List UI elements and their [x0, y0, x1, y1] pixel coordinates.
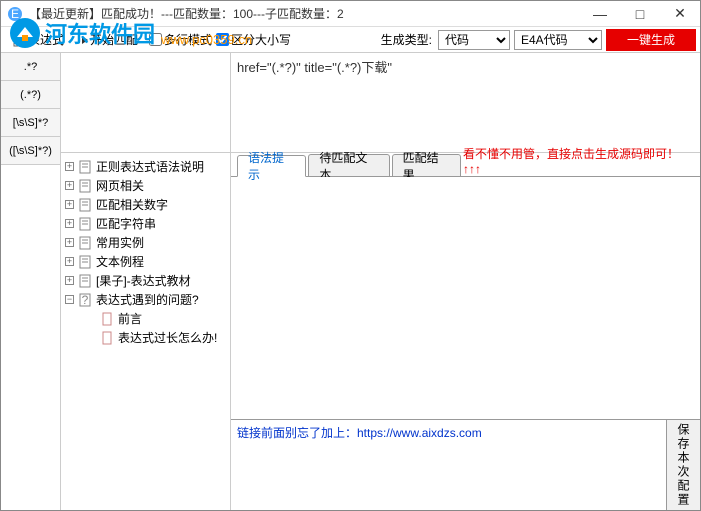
- doc-icon: [78, 255, 92, 269]
- case-sensitive-input[interactable]: [216, 33, 229, 46]
- minimize-button[interactable]: —: [580, 1, 620, 27]
- tab-match-result[interactable]: 匹配结果: [392, 154, 461, 176]
- doc-icon: [78, 217, 92, 231]
- page-icon: [100, 312, 114, 326]
- generate-button[interactable]: 一键生成: [606, 29, 696, 51]
- tab-syntax-hint[interactable]: 语法提示: [237, 155, 306, 177]
- tree-label: 匹配相关数字: [96, 196, 168, 213]
- tab-hint-text: 看不懂不用管，直接点击生成源码即可！↑↑↑: [463, 145, 694, 176]
- save-config-button[interactable]: 保存本次配置: [666, 420, 700, 510]
- left-tool-column: .*? (.*?) [\s\S]*? ([\s\S]*?): [1, 53, 61, 510]
- tree-label: 网页相关: [96, 177, 144, 194]
- multiline-input[interactable]: [149, 33, 162, 46]
- gen-type-label: 生成类型:: [381, 31, 432, 48]
- tree-label: 表达式遇到的问题?: [96, 291, 199, 308]
- tree-panel: + 正则表达式语法说明 + 网页相关 + 匹配相关数字 + 匹配字符串 + 常用实例 + 文…: [61, 53, 231, 510]
- main-area: .*? (.*?) [\s\S]*? ([\s\S]*?) + 正则表达式语法说明…: [1, 53, 700, 510]
- regex-tool-3[interactable]: [\s\S]*?: [1, 109, 60, 137]
- case-sensitive-checkbox[interactable]: 区分大小写: [216, 31, 291, 48]
- bottom-row: 链接前面别忘了加上：https://www.aixdzs.com 保存本次配置: [231, 419, 700, 510]
- syntax-tree: + 正则表达式语法说明 + 网页相关 + 匹配相关数字 + 匹配字符串 + 常用实例 + 文…: [61, 153, 230, 510]
- help-icon: ?: [78, 293, 92, 307]
- gen-type-select[interactable]: 代码: [438, 30, 510, 50]
- tree-item-problems[interactable]: −? 表达式遇到的问题?: [61, 290, 230, 309]
- doc-icon: [78, 274, 92, 288]
- collapse-icon[interactable]: −: [65, 295, 74, 304]
- doc-icon: [78, 179, 92, 193]
- window-title: 【最近更新】匹配成功！---匹配数量：100---子匹配数量：2: [29, 5, 580, 22]
- regex-input[interactable]: href="(.*?)" title="(.*?)下载": [231, 53, 700, 153]
- regex-tool-2[interactable]: (.*?): [1, 81, 60, 109]
- multiline-checkbox[interactable]: 多行模式: [149, 31, 212, 48]
- expand-spacer: [87, 333, 96, 342]
- start-match-button[interactable]: 开始匹配: [75, 29, 145, 51]
- window-controls: — □ ✕: [580, 1, 700, 27]
- expand-icon[interactable]: +: [65, 181, 74, 190]
- tree-item-examples[interactable]: + 常用实例: [61, 233, 230, 252]
- tree-item-preface[interactable]: 前言: [83, 309, 230, 328]
- expand-icon[interactable]: +: [65, 219, 74, 228]
- play-icon: [82, 36, 88, 44]
- note-area[interactable]: 链接前面别忘了加上：https://www.aixdzs.com: [231, 420, 666, 510]
- tree-item-toolong[interactable]: 表达式过长怎么办!: [83, 328, 230, 347]
- start-match-label: 开始匹配: [90, 31, 138, 48]
- doc-icon: [78, 160, 92, 174]
- expand-spacer: [87, 314, 96, 323]
- document-icon: [12, 33, 26, 47]
- expression-button[interactable]: 表达式: [5, 29, 71, 51]
- doc-icon: [78, 198, 92, 212]
- svg-text:?: ?: [82, 293, 89, 307]
- tree-item-guozi[interactable]: + [果子]-表达式教材: [61, 271, 230, 290]
- gen-format-select[interactable]: E4A代码: [514, 30, 602, 50]
- tree-label: 正则表达式语法说明: [96, 158, 204, 175]
- content-area[interactable]: [231, 177, 700, 419]
- tree-item-numbers[interactable]: + 匹配相关数字: [61, 195, 230, 214]
- app-icon: E: [7, 6, 23, 22]
- multiline-label: 多行模式: [164, 31, 212, 48]
- content-panel: href="(.*?)" title="(.*?)下载" 语法提示 待匹配文本 …: [231, 53, 700, 510]
- tree-label: 常用实例: [96, 234, 144, 251]
- tree-label: 匹配字符串: [96, 215, 156, 232]
- expand-icon[interactable]: +: [65, 276, 74, 285]
- tree-label: 前言: [118, 310, 142, 327]
- svg-text:E: E: [11, 7, 19, 21]
- tabs-row: 语法提示 待匹配文本 匹配结果 看不懂不用管，直接点击生成源码即可！↑↑↑: [231, 153, 700, 177]
- case-sensitive-label: 区分大小写: [231, 31, 291, 48]
- expand-icon[interactable]: +: [65, 162, 74, 171]
- tree-label: 文本例程: [96, 253, 144, 270]
- close-button[interactable]: ✕: [660, 1, 700, 27]
- regex-tool-1[interactable]: .*?: [1, 53, 60, 81]
- tree-item-syntax[interactable]: + 正则表达式语法说明: [61, 157, 230, 176]
- doc-icon: [78, 236, 92, 250]
- title-bar: E 【最近更新】匹配成功！---匹配数量：100---子匹配数量：2 — □ ✕: [1, 1, 700, 27]
- tree-top-spacer: [61, 53, 230, 153]
- toolbar: 表达式 开始匹配 多行模式 区分大小写 生成类型: 代码 E4A代码 一键生成: [1, 27, 700, 53]
- expression-label: 表达式: [28, 31, 64, 48]
- tree-label: 表达式过长怎么办!: [118, 329, 217, 346]
- expand-icon[interactable]: +: [65, 200, 74, 209]
- maximize-button[interactable]: □: [620, 1, 660, 27]
- tree-label: [果子]-表达式教材: [96, 272, 191, 289]
- expand-icon[interactable]: +: [65, 257, 74, 266]
- tree-item-strings[interactable]: + 匹配字符串: [61, 214, 230, 233]
- tree-item-web[interactable]: + 网页相关: [61, 176, 230, 195]
- expand-icon[interactable]: +: [65, 238, 74, 247]
- tab-source-text[interactable]: 待匹配文本: [308, 154, 389, 176]
- regex-tool-4[interactable]: ([\s\S]*?): [1, 137, 60, 165]
- page-icon: [100, 331, 114, 345]
- tree-item-textdemo[interactable]: + 文本例程: [61, 252, 230, 271]
